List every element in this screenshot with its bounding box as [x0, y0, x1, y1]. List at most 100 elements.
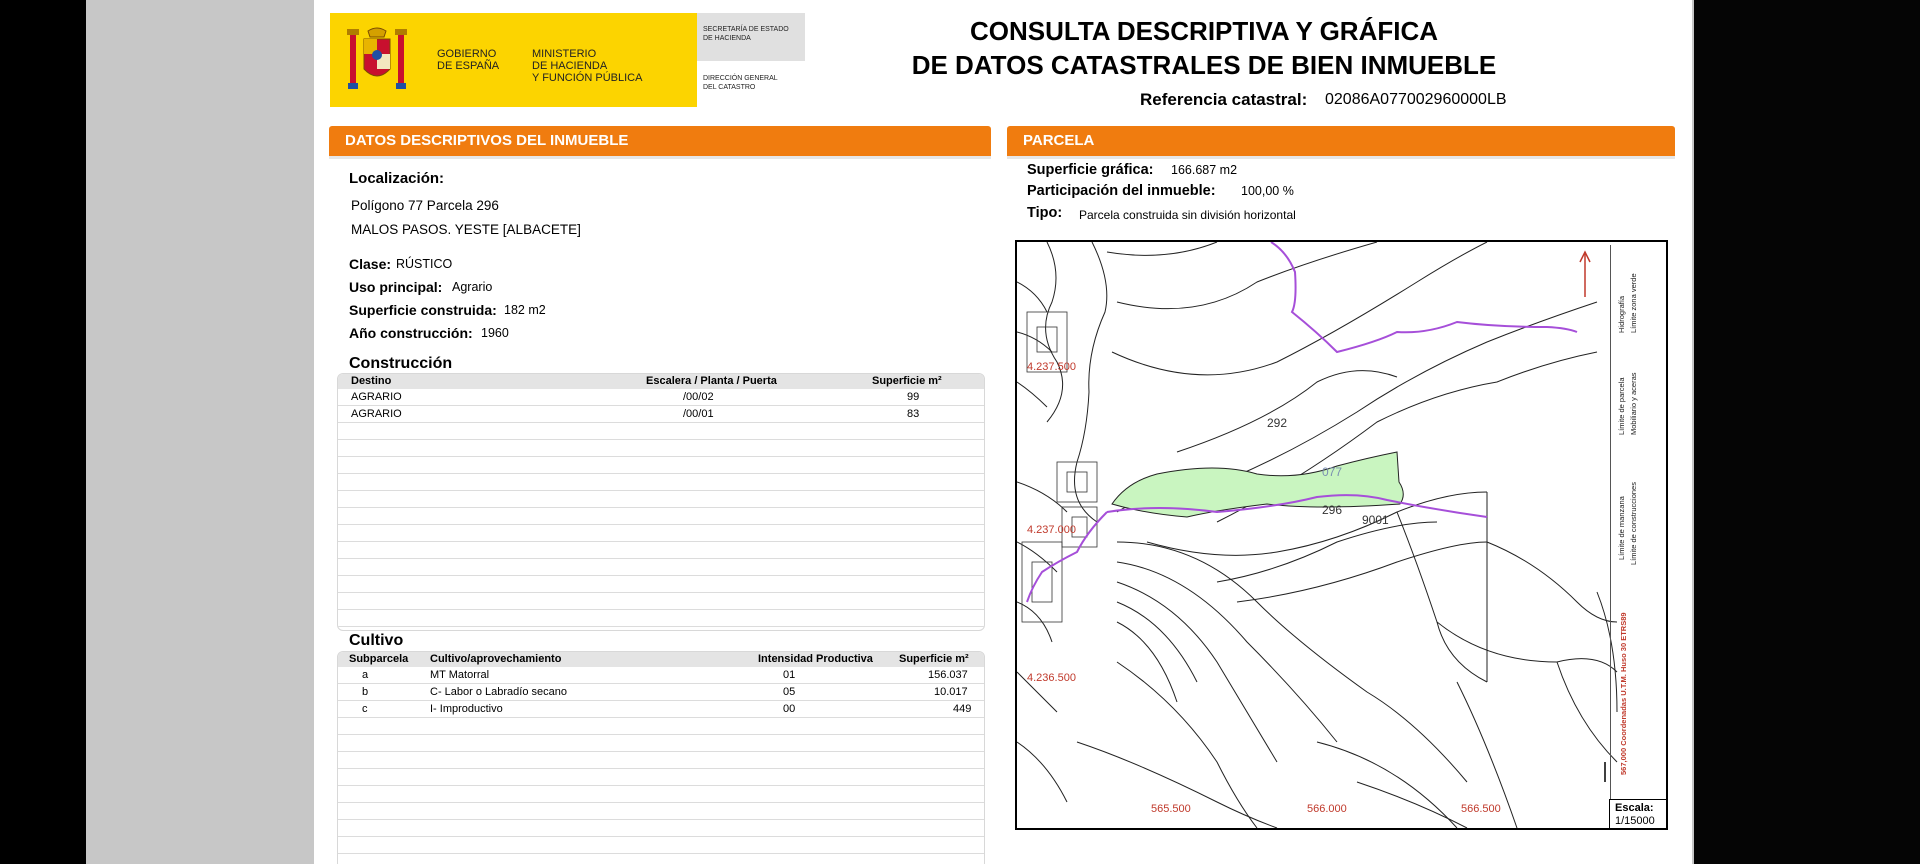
secretaria-block: SECRETARÍA DE ESTADO DE HACIENDA: [697, 13, 805, 61]
coord-label: 566.000: [1307, 803, 1347, 815]
coord-label: 4.237.000: [1027, 524, 1076, 536]
tipo-value: Parcela construida sin división horizont…: [1079, 208, 1296, 222]
scale-box: Escala: 1/15000: [1609, 799, 1668, 830]
table-row: b C- Labor o Labradío secano 05 10.017: [338, 684, 984, 701]
table-row-empty: [338, 423, 984, 440]
legend-item: Límite de parcela: [1617, 377, 1626, 435]
ministerio-text: MINISTERIO DE HACIENDA Y FUNCIÓN PÚBLICA: [532, 48, 643, 84]
column-header: Superficie m²: [872, 375, 942, 387]
section-header-parcela: PARCELA: [1007, 126, 1675, 159]
construccion-table: Destino Escalera / Planta / Puerta Super…: [337, 373, 985, 631]
table-cell: AGRARIO: [351, 408, 402, 420]
clase-label: Clase:: [349, 256, 392, 272]
parcel-number: 9001: [1362, 513, 1389, 527]
table-cell: c: [362, 703, 368, 715]
table-row: AGRARIO /00/02 99: [338, 389, 984, 406]
section-header-datos: DATOS DESCRIPTIVOS DEL INMUEBLE: [329, 126, 991, 159]
table-row-empty: [338, 610, 984, 627]
table-cell: a: [362, 669, 369, 681]
table-row-empty: [338, 508, 984, 525]
table-cell: MT Matorral: [430, 669, 490, 681]
anio-value: 1960: [481, 326, 509, 340]
table-cell: 83: [907, 408, 920, 420]
table-cell: 449: [953, 703, 972, 715]
map-drawing: 4.237.500 4.237.000 4.236.500 565.500 56…: [1016, 241, 1618, 829]
coord-label: 565.500: [1151, 803, 1191, 815]
table-cell: 156.037: [928, 669, 968, 681]
table-row-empty: [338, 559, 984, 576]
column-header: Intensidad Productiva: [758, 653, 873, 665]
table-cell: 05: [783, 686, 796, 698]
localizacion-label: Localización:: [349, 170, 445, 187]
table-row-empty: [338, 440, 984, 457]
table-row-empty: [338, 491, 984, 508]
table-row-empty: [338, 576, 984, 593]
table-cell: AGRARIO: [351, 391, 402, 403]
table-row-empty: [338, 718, 984, 735]
document-title: CONSULTA DESCRIPTIVA Y GRÁFICA DE DATOS …: [911, 16, 1497, 80]
table-row-empty: [338, 457, 984, 474]
table-row-empty: [338, 752, 984, 769]
uso-label: Uso principal:: [349, 279, 443, 295]
table-row-empty: [338, 735, 984, 752]
participacion-value: 100,00 %: [1241, 184, 1294, 198]
sup-grafica-value: 166.687 m2: [1171, 163, 1238, 177]
table-cell: /00/01: [683, 408, 714, 420]
table-row-empty: [338, 786, 984, 803]
table-cell: /00/02: [683, 391, 714, 403]
uso-value: Agrario: [452, 280, 493, 294]
table-cell: 99: [907, 391, 920, 403]
localizacion-line2: MALOS PASOS. YESTE [ALBACETE]: [351, 222, 581, 237]
table-row-empty: [338, 593, 984, 610]
table-cell: 10.017: [934, 686, 968, 698]
table-row-empty: [338, 837, 984, 854]
cadastral-map[interactable]: 4.237.500 4.237.000 4.236.500 565.500 56…: [1015, 240, 1668, 830]
sup-grafica-label: Superficie gráfica:: [1027, 162, 1154, 178]
coord-label: 566.500: [1461, 803, 1501, 815]
table-row: AGRARIO /00/01 83: [338, 406, 984, 423]
participacion-label: Participación del inmueble:: [1027, 183, 1216, 199]
map-legend: Límite de manzana Límite de parcela Hidr…: [1610, 245, 1662, 800]
superficie-value: 182 m2: [504, 303, 546, 317]
coord-label: 4.237.500: [1027, 361, 1076, 373]
viewer-sidebar: [1694, 0, 1920, 864]
cultivo-title: Cultivo: [349, 632, 404, 649]
cadastral-document-page: GOBIERNO DE ESPAÑA MINISTERIO DE HACIEND…: [314, 0, 1692, 864]
tipo-label: Tipo:: [1027, 205, 1063, 221]
cultivo-table: Subparcela Cultivo/aprovechamiento Inten…: [337, 651, 985, 864]
table-row-empty: [338, 820, 984, 837]
scale-label: Escala:: [1615, 802, 1654, 814]
table-cell: C- Labor o Labradío secano: [430, 686, 567, 698]
parcel-number: 296: [1322, 503, 1342, 517]
document-viewer: GOBIERNO DE ESPAÑA MINISTERIO DE HACIEND…: [0, 0, 1920, 864]
table-row-empty: [338, 525, 984, 542]
column-header: Superficie m²: [899, 653, 969, 665]
column-header: Subparcela: [349, 653, 409, 665]
polygon-number: 077: [1322, 465, 1342, 479]
table-header: Destino Escalera / Planta / Puerta Super…: [338, 374, 984, 389]
secretaria-text: SECRETARÍA DE ESTADO DE HACIENDA: [703, 26, 789, 42]
coordinates-note: 567,000 Coordenadas U.T.M. Huso 30 ETRS8…: [1619, 612, 1628, 775]
column-header: Destino: [351, 375, 392, 387]
construccion-title: Construcción: [349, 355, 453, 372]
legend-item: Límite zona verde: [1629, 273, 1638, 333]
direccion-text: DIRECCIÓN GENERAL DEL CATASTRO: [703, 75, 778, 91]
legend-item: Límite de manzana: [1617, 496, 1626, 560]
legend-item: Límite de construcciones: [1629, 482, 1638, 565]
table-cell: b: [362, 686, 369, 698]
coat-of-arms-icon: [347, 27, 407, 89]
table-cell: 01: [783, 669, 796, 681]
anio-label: Año construcción:: [349, 325, 473, 341]
scale-value: 1/15000: [1615, 815, 1655, 827]
legend-item: Mobiliario y aceras: [1629, 372, 1638, 435]
superficie-label: Superficie construida:: [349, 302, 497, 318]
parcel-number: 292: [1267, 416, 1287, 430]
ref-value: 02086A077002960000LB: [1325, 91, 1507, 108]
ref-label: Referencia catastral:: [1140, 90, 1308, 109]
table-cell: I- Improductivo: [430, 703, 503, 715]
table-cell: 00: [783, 703, 796, 715]
table-row-empty: [338, 803, 984, 820]
government-logo-block: GOBIERNO DE ESPAÑA MINISTERIO DE HACIEND…: [330, 13, 697, 107]
clase-value: RÚSTICO: [396, 257, 453, 271]
localizacion-line1: Polígono 77 Parcela 296: [351, 198, 499, 213]
